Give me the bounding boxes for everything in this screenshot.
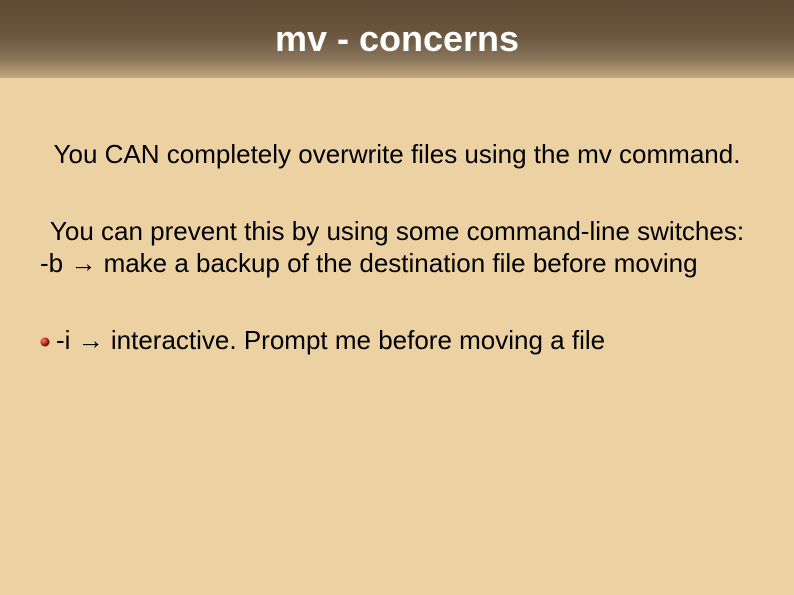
slide-title: mv - concerns <box>275 18 519 60</box>
switch-i-row: -i → interactive. Prompt me before movin… <box>40 324 754 357</box>
title-bar: mv - concerns <box>0 0 794 78</box>
bullet-icon <box>40 337 50 347</box>
slide-body: You CAN completely overwrite files using… <box>0 78 794 356</box>
paragraph-overwrite-warning: You CAN completely overwrite files using… <box>40 138 754 171</box>
switch-i-description: -i → interactive. Prompt me before movin… <box>56 324 605 357</box>
switches-intro: You can prevent this by using some comma… <box>40 215 754 248</box>
slide: mv - concerns You CAN completely overwri… <box>0 0 794 595</box>
paragraph-switches: You can prevent this by using some comma… <box>40 215 754 280</box>
switch-b-description: -b → make a backup of the destination fi… <box>40 247 754 280</box>
